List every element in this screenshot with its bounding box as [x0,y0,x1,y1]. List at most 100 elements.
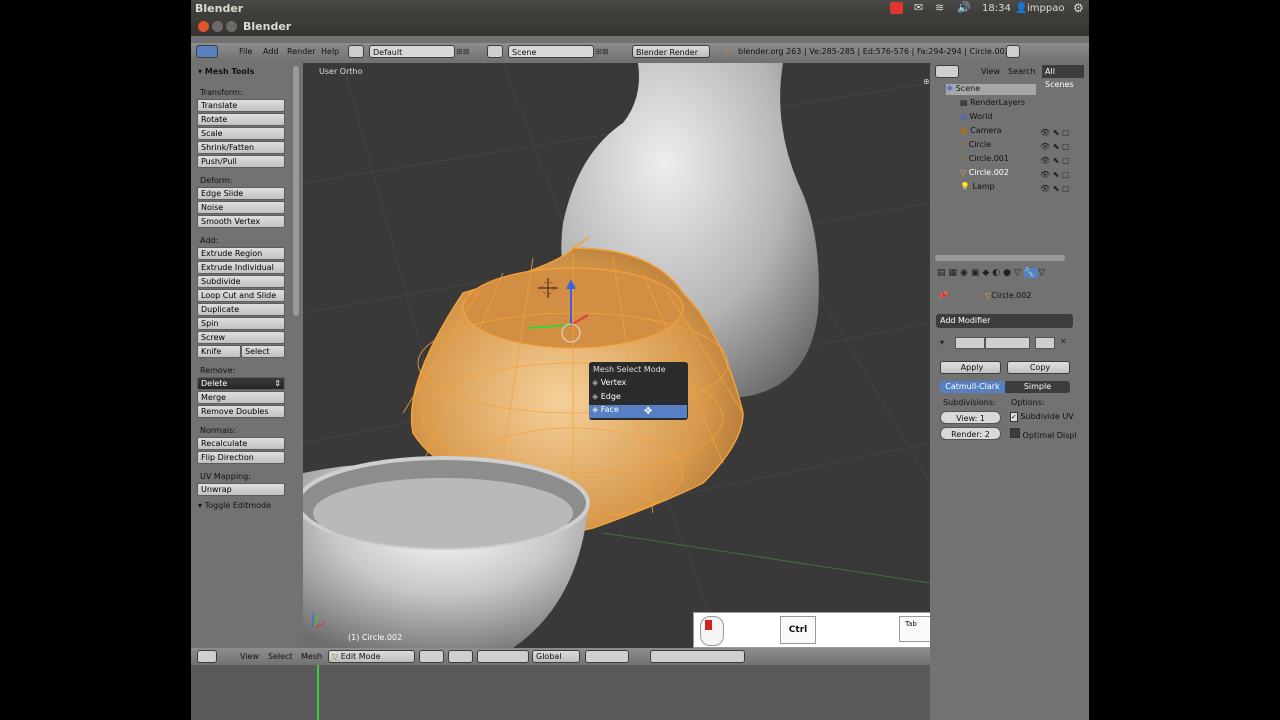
loop-cut-button[interactable]: Loop Cut and Slide [197,289,285,302]
fullscreen-icon[interactable] [1006,45,1020,58]
outliner-row-circle001[interactable]: ▽ Circle.001 [960,154,1009,163]
gear-icon[interactable]: ⚙ [1073,1,1084,15]
modifier-remove-icon[interactable]: ✕ [1060,337,1067,346]
pivot-select[interactable] [448,650,473,663]
catmull-clark-tab[interactable]: Catmull-Clark [940,381,1005,393]
menu-render[interactable]: Render [287,45,315,58]
volume-icon[interactable]: 🔊 [957,1,971,14]
simple-tab[interactable]: Simple [1005,381,1070,393]
render-engine-select[interactable]: Blender Render [632,45,710,58]
wifi-icon[interactable]: ≋ [935,1,944,14]
scene-icon[interactable] [487,45,503,58]
delete-menu[interactable]: Delete ⇕ [197,377,285,390]
shrink-fatten-button[interactable]: Shrink/Fatten [197,141,285,154]
unwrap-button[interactable]: Unwrap [197,483,285,496]
viewport-corner-icon[interactable]: ⊕ [923,77,930,86]
copy-button[interactable]: Copy [1007,361,1070,374]
recalculate-button[interactable]: Recalculate [197,437,285,450]
modifier-tab-icon[interactable]: 🔧 [1023,268,1039,278]
extrude-region-button[interactable]: Extrude Region [197,247,285,260]
scene-add-icon[interactable]: ⊞⊠ [595,45,608,58]
select-button[interactable]: Select [241,345,285,358]
extrude-individual-button[interactable]: Extrude Individual [197,261,285,274]
viewport-menu-select[interactable]: Select [268,652,293,661]
visibility-icons[interactable]: 👁 ⬉ ▢ 👁 ⬉ ▢ 👁 ⬉ ▢ 👁 ⬉ ▢ 👁 ⬉ ▢ [1040,126,1070,196]
rotate-button[interactable]: Rotate [197,113,285,126]
editor-type-icon[interactable] [196,45,218,58]
knife-button[interactable]: Knife [197,345,241,358]
outliner-row-lamp[interactable]: 💡 Lamp [960,182,995,191]
menu-item-edge[interactable]: ◈ Edge [592,392,687,404]
apply-button[interactable]: Apply [940,361,1001,374]
view-levels-stepper[interactable]: View: 1 [940,411,1001,424]
toggle-editmode-panel[interactable]: ▾ Toggle Editmode [198,501,271,510]
snap-proportional-buttons[interactable] [650,650,745,663]
outliner-row-scene[interactable]: ❖ Scene [946,84,1036,95]
remove-doubles-button[interactable]: Remove Doubles [197,405,285,418]
optimal-display-checkbox[interactable]: Optimal Displ [1010,428,1077,440]
subdivide-button[interactable]: Subdivide [197,275,285,288]
noise-button[interactable]: Noise [197,201,285,214]
user-name[interactable]: imppao [1027,3,1064,14]
scene-field[interactable]: Scene [508,45,594,58]
layout-add-icon[interactable]: ⊞⊠ [456,45,469,58]
timeline[interactable] [191,665,930,720]
3d-view-editor-icon[interactable] [197,650,217,663]
outliner-menu-view[interactable]: View [981,67,1000,76]
spin-button[interactable]: Spin [197,317,285,330]
duplicate-button[interactable]: Duplicate [197,303,285,316]
outliner-menu-search[interactable]: Search [1008,67,1035,76]
modifier-collapse-icon[interactable]: ▾ [940,338,944,347]
outliner-scrollbar[interactable] [935,255,1065,261]
menu-item-vertex[interactable]: ◈ Vertex [592,378,687,390]
notification-icon[interactable] [890,2,903,14]
pin-icon[interactable]: 📌 [938,291,948,300]
viewport-menu-view[interactable]: View [240,652,259,661]
add-modifier-select[interactable]: Add Modifier [936,314,1073,328]
render-levels-stepper[interactable]: Render: 2 [940,427,1001,440]
modifier-visibility-icons[interactable] [985,337,1030,349]
outliner-row-circle002[interactable]: ▽ Circle.002 [960,168,1009,177]
merge-button[interactable]: Merge [197,391,285,404]
clock[interactable]: 18:34 [982,3,1011,14]
menu-add[interactable]: Add [263,45,279,58]
manipulator-toggles[interactable] [477,650,529,663]
viewport-menu-mesh[interactable]: Mesh [301,652,322,661]
orientation-select[interactable]: Global [532,650,580,663]
delete-label: Delete [201,379,228,388]
screen-layout-icon[interactable] [348,45,364,58]
smooth-vertex-button[interactable]: Smooth Vertex [197,215,285,228]
outliner-row-renderlayers[interactable]: ▤ RenderLayers [960,98,1025,107]
outliner-editor-icon[interactable] [935,65,959,78]
menu-item-face[interactable]: ◈ Face [589,405,687,418]
push-pull-button[interactable]: Push/Pull [197,155,285,168]
viewport-scene[interactable] [303,63,930,648]
outliner-row-camera[interactable]: ▣ Camera [960,126,1002,135]
scale-button[interactable]: Scale [197,127,285,140]
subsurf-icon[interactable] [955,337,985,349]
edge-slide-button[interactable]: Edge Slide [197,187,285,200]
mesh-tools-panel-title[interactable]: ▾ Mesh Tools [198,67,254,76]
outliner-row-world[interactable]: ◍ World [960,112,992,121]
screw-button[interactable]: Screw [197,331,285,344]
menu-help[interactable]: Help [321,45,339,58]
shading-select[interactable] [419,650,444,663]
flip-direction-button[interactable]: Flip Direction [197,451,285,464]
maximize-icon[interactable] [226,21,237,32]
minimize-icon[interactable] [212,21,223,32]
select-mode-buttons[interactable] [585,650,629,663]
shelf-scrollbar[interactable] [293,66,299,316]
menu-file[interactable]: File [239,45,252,58]
mail-icon[interactable]: ✉ [914,1,923,14]
subdivide-uv-checkbox[interactable]: ✓ Subdivide UV [1010,412,1074,422]
properties-tab-icons[interactable]: ▤▦◉▣◆◐●▽🔧▽ [937,268,1048,278]
3d-viewport[interactable]: User Ortho (1) Circle.002 ⊕ Mesh Select … [303,63,930,648]
modifier-move-icons[interactable] [1035,337,1055,349]
mode-select[interactable]: ▽ Edit Mode [328,650,415,663]
outliner-row-circle[interactable]: ▽ Circle [960,140,991,149]
close-icon[interactable] [198,21,209,32]
translate-button[interactable]: Translate [197,99,285,112]
all-scenes-select[interactable]: All Scenes [1042,65,1084,89]
current-frame-marker[interactable] [317,665,319,720]
layout-field[interactable]: Default [369,45,455,58]
